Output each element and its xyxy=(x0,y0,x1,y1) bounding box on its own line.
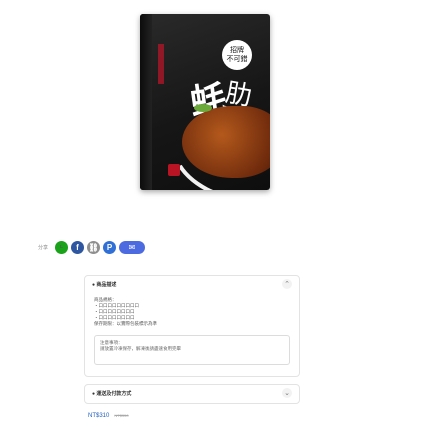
description-panel: ● 商品描述 ⌃ 商品規格： ・口口口口口口口口口 ・口口口口口口口口 ・口口口… xyxy=(84,275,300,377)
description-panel-header[interactable]: ● 商品描述 ⌃ xyxy=(85,276,299,292)
line-icon: L xyxy=(60,244,63,249)
facebook-icon: f xyxy=(76,242,79,252)
box-red-stripe xyxy=(158,44,164,84)
plurk-icon: P xyxy=(106,242,113,252)
share-plurk-button[interactable]: P xyxy=(103,240,117,254)
chevron-down-icon[interactable]: ⌄ xyxy=(282,388,292,398)
share-line-button[interactable]: L xyxy=(55,240,69,254)
box-side xyxy=(140,14,152,190)
mail-icon: ✉ xyxy=(128,242,136,252)
desc-line: 保存期限：以實際包裝標示為準 xyxy=(94,321,157,326)
badge-line-1: 招牌 xyxy=(230,47,244,54)
garnish xyxy=(194,104,212,112)
link-icon: ⛓ xyxy=(88,242,99,252)
shipping-panel[interactable]: ● 運送及付款方式 ⌄ xyxy=(84,384,300,404)
badge-line-2: 不可錯 xyxy=(226,56,248,63)
description-body: 商品規格： ・口口口口口口口口口 ・口口口口口口口口 ・口口口口口口口口 保存期… xyxy=(85,292,299,327)
note-box: 注意事項： 請放置冷凍保存，解凍後請盡速食用完畢 xyxy=(94,335,290,365)
note-line: 請放置冷凍保存，解凍後請盡速食用完畢 xyxy=(100,346,181,351)
box-badge: 招牌 不可錯 xyxy=(222,40,252,70)
share-mail-button[interactable]: ✉ xyxy=(119,240,146,254)
shipping-panel-title: ● 運送及付款方式 xyxy=(92,390,132,397)
description-panel-title: ● 商品描述 xyxy=(92,281,117,288)
red-seal xyxy=(168,164,180,176)
current-price: NT$310 xyxy=(88,413,110,419)
share-facebook-button[interactable]: f xyxy=(71,240,85,254)
share-label: 分享 xyxy=(38,244,49,251)
price-row: NT$310 NT$350 xyxy=(88,413,129,419)
share-copy-link-button[interactable]: ⛓ xyxy=(87,240,101,254)
chevron-up-icon[interactable]: ⌃ xyxy=(282,279,292,289)
product-image: 招牌 不可錯 蚝 肋 xyxy=(140,14,270,190)
shipping-panel-header[interactable]: ● 運送及付款方式 ⌄ xyxy=(85,385,299,401)
original-price: NT$350 xyxy=(114,413,129,418)
share-row: 分享 L f ⛓ P ✉ xyxy=(38,240,146,254)
